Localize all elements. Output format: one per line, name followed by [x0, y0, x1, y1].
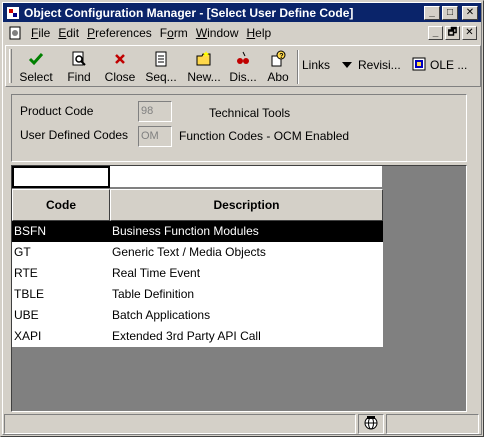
row-code: BSFN	[14, 224, 47, 238]
revisions-button[interactable]: Revisi...	[358, 58, 401, 72]
table-row[interactable]: BSFN Business Function Modules	[12, 221, 383, 242]
toolbar-separator	[297, 50, 299, 84]
find-icon	[62, 50, 96, 68]
table-row[interactable]: RTE Real Time Event	[12, 263, 383, 284]
status-pane-main	[4, 414, 356, 434]
menu-file[interactable]: File	[27, 26, 54, 40]
status-pane-right	[386, 414, 479, 434]
close-icon	[101, 50, 139, 68]
window-title: Object Configuration Manager - [Select U…	[24, 5, 354, 20]
about-icon: ?	[262, 50, 294, 68]
udc-label: User Defined Codes	[20, 128, 129, 142]
minimize-button[interactable]: _	[424, 5, 440, 20]
seq-button[interactable]: Seq...	[143, 50, 179, 84]
row-code: UBE	[14, 308, 39, 322]
find-button[interactable]: Find	[62, 50, 96, 84]
select-label: Select	[19, 70, 53, 84]
status-bar	[4, 414, 481, 434]
product-code-label: Product Code	[20, 104, 94, 118]
select-button[interactable]: Select	[18, 50, 54, 84]
grid-body: BSFN Business Function Modules GT Generi…	[12, 221, 383, 347]
disconnect-icon	[226, 50, 260, 68]
close-window-button[interactable]: ✕	[462, 5, 478, 20]
new-button[interactable]: New...	[184, 50, 224, 84]
toolbar-grip[interactable]	[9, 49, 12, 83]
menu-bar: File Edit Preferences Form Window Help _…	[3, 23, 481, 43]
new-label: New...	[187, 70, 221, 84]
table-row[interactable]: XAPI Extended 3rd Party API Call	[12, 326, 383, 347]
abo-label: Abo	[267, 70, 289, 84]
sequence-icon	[143, 50, 179, 68]
grid-header: Code Description	[12, 189, 383, 221]
menu-form[interactable]: Form	[156, 26, 192, 40]
dis-label: Dis...	[229, 70, 257, 84]
table-row[interactable]: TBLE Table Definition	[12, 284, 383, 305]
row-description: Table Definition	[112, 287, 195, 301]
header-panel: Product Code 98 Technical Tools User Def…	[11, 94, 467, 162]
menu-help[interactable]: Help	[243, 26, 276, 40]
toolbar: Select Find Close Seq... New... Dis... ?…	[5, 45, 481, 87]
links-dropdown-arrow-icon[interactable]	[341, 59, 353, 73]
udc-description: Function Codes - OCM Enabled	[179, 129, 350, 143]
svg-text:?: ?	[279, 53, 283, 60]
globe-icon	[364, 415, 378, 434]
row-description: Generic Text / Media Objects	[112, 245, 266, 259]
links-button[interactable]: Links	[302, 58, 330, 72]
close-label: Close	[104, 70, 136, 84]
row-description: Business Function Modules	[112, 224, 259, 238]
mdi-restore-button[interactable]: 🗗	[445, 26, 460, 40]
row-description: Real Time Event	[112, 266, 201, 280]
checkmark-icon	[18, 50, 54, 68]
mdi-close-button[interactable]: ✕	[462, 26, 477, 40]
row-code: XAPI	[14, 329, 42, 343]
ole-icon[interactable]	[411, 56, 427, 75]
menu-preferences[interactable]: Preferences	[83, 26, 156, 40]
seq-label: Seq...	[145, 70, 177, 84]
row-code: TBLE	[14, 287, 45, 301]
dis-button[interactable]: Dis...	[226, 50, 260, 84]
mdi-controls: _ 🗗 ✕	[426, 26, 477, 40]
column-header-code[interactable]: Code	[12, 189, 110, 221]
menu-window[interactable]: Window	[192, 26, 243, 40]
find-label: Find	[67, 70, 91, 84]
ole-button[interactable]: OLE ...	[430, 58, 467, 72]
app-icon	[6, 6, 20, 20]
product-code-description: Technical Tools	[209, 106, 291, 120]
maximize-button[interactable]: □	[442, 5, 458, 20]
column-header-description[interactable]: Description	[110, 189, 383, 221]
row-description: Batch Applications	[112, 308, 211, 322]
menu-edit[interactable]: Edit	[54, 26, 83, 40]
qbe-description-input[interactable]	[110, 166, 383, 188]
udc-field: OM	[138, 126, 172, 147]
abo-button[interactable]: ? Abo	[262, 50, 294, 84]
row-code: GT	[14, 245, 31, 259]
row-code: RTE	[14, 266, 38, 280]
table-row[interactable]: GT Generic Text / Media Objects	[12, 242, 383, 263]
app-window: Object Configuration Manager - [Select U…	[0, 0, 484, 437]
qbe-row	[12, 166, 383, 188]
grid: Code Description BSFN Business Function …	[11, 165, 467, 412]
row-description: Extended 3rd Party API Call	[112, 329, 261, 343]
document-icon[interactable]	[7, 25, 23, 41]
status-pane-icon	[358, 414, 384, 434]
mdi-minimize-button[interactable]: _	[428, 26, 443, 40]
qbe-code-input[interactable]	[12, 166, 110, 188]
close-button[interactable]: Close	[101, 50, 139, 84]
new-folder-icon	[184, 50, 224, 68]
table-row[interactable]: UBE Batch Applications	[12, 305, 383, 326]
product-code-field: 98	[138, 101, 172, 122]
title-bar[interactable]: Object Configuration Manager - [Select U…	[3, 3, 481, 22]
